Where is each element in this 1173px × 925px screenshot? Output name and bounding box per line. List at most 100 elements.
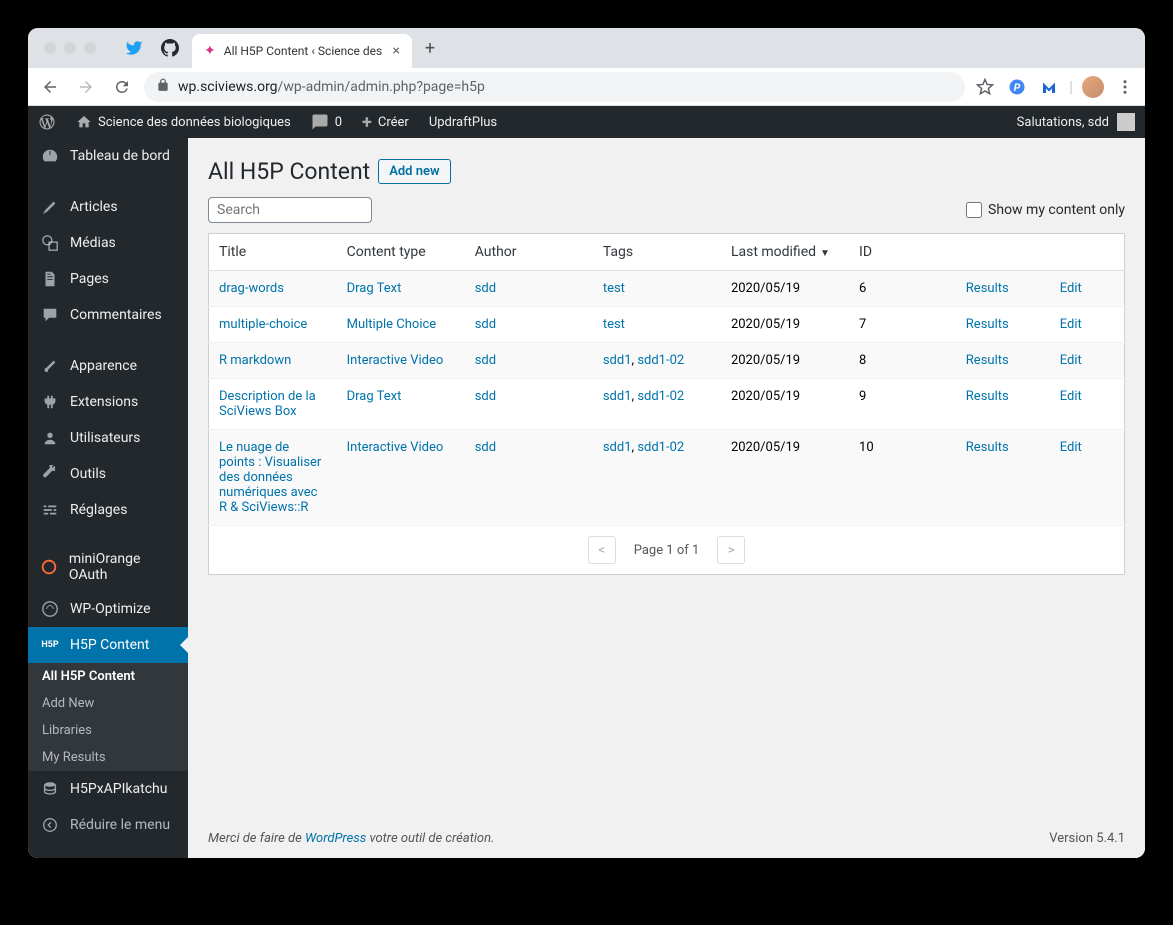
edit-link[interactable]: Edit — [1060, 353, 1082, 368]
content-type-link[interactable]: Drag Text — [347, 389, 402, 404]
reload-button[interactable] — [108, 73, 136, 101]
home-icon — [76, 114, 92, 130]
submenu-libraries[interactable]: Libraries — [28, 717, 188, 744]
tag-link[interactable]: sdd1-02 — [637, 353, 684, 368]
results-link[interactable]: Results — [966, 389, 1009, 404]
browser-menu-icon[interactable] — [1113, 75, 1137, 99]
forward-button[interactable] — [72, 73, 100, 101]
profile-avatar[interactable] — [1081, 75, 1105, 99]
prev-page-button[interactable]: < — [588, 536, 616, 564]
sidebar-item-settings[interactable]: Réglages — [28, 492, 188, 528]
extension-icon[interactable]: P — [1005, 75, 1029, 99]
author-link[interactable]: sdd — [475, 281, 496, 296]
content-title-link[interactable]: Le nuage de points : Visualiser des donn… — [219, 440, 321, 515]
wp-logo[interactable] — [28, 106, 66, 138]
submenu-add-new[interactable]: Add New — [28, 690, 188, 717]
tag-link[interactable]: sdd1-02 — [637, 389, 684, 404]
th-tags[interactable]: Tags — [593, 234, 721, 271]
maximize-window[interactable] — [84, 42, 96, 54]
malwarebytes-icon[interactable] — [1037, 75, 1061, 99]
submenu-my-results[interactable]: My Results — [28, 744, 188, 771]
close-tab-icon[interactable]: × — [393, 43, 400, 59]
th-author[interactable]: Author — [465, 234, 593, 271]
content-type-link[interactable]: Drag Text — [347, 281, 402, 296]
content-type-link[interactable]: Multiple Choice — [347, 317, 437, 332]
th-id[interactable]: ID — [849, 234, 956, 271]
sidebar-item-dashboard[interactable]: Tableau de bord — [28, 138, 188, 174]
search-input[interactable] — [208, 197, 372, 223]
content-type-link[interactable]: Interactive Video — [347, 353, 444, 368]
edit-link[interactable]: Edit — [1060, 317, 1082, 332]
edit-link[interactable]: Edit — [1060, 281, 1082, 296]
url-field[interactable]: wp.sciviews.org/wp-admin/admin.php?page=… — [144, 72, 965, 102]
content-type-link[interactable]: Interactive Video — [347, 440, 444, 455]
show-my-content-toggle[interactable]: Show my content only — [966, 202, 1125, 218]
sidebar-item-pages[interactable]: Pages — [28, 261, 188, 297]
brush-icon — [40, 356, 60, 376]
sidebar-item-h5p[interactable]: H5PH5P Content — [28, 627, 188, 663]
comment-icon — [311, 113, 329, 131]
comments-link[interactable]: 0 — [301, 106, 352, 138]
tag-link[interactable]: test — [603, 281, 625, 296]
sidebar-item-h5pxapi[interactable]: H5PxAPIkatchu — [28, 771, 188, 807]
content-id: 10 — [849, 430, 956, 526]
author-link[interactable]: sdd — [475, 353, 496, 368]
sidebar-item-users[interactable]: Utilisateurs — [28, 420, 188, 456]
content-id: 9 — [849, 379, 956, 430]
content-title-link[interactable]: drag-words — [219, 281, 284, 296]
minimize-window[interactable] — [64, 42, 76, 54]
pinned-tab-github[interactable] — [152, 31, 188, 65]
sidebar-item-appearance[interactable]: Apparence — [28, 348, 188, 384]
content-id: 7 — [849, 307, 956, 343]
sidebar-item-comments[interactable]: Commentaires — [28, 297, 188, 333]
tag-link[interactable]: sdd1-02 — [637, 440, 684, 455]
author-link[interactable]: sdd — [475, 440, 496, 455]
sidebar-item-tools[interactable]: Outils — [28, 456, 188, 492]
site-link[interactable]: Science des données biologiques — [66, 106, 301, 138]
browser-window: ✦ All H5P Content ‹ Science des × + wp.s… — [28, 28, 1145, 858]
sidebar-item-posts[interactable]: Articles — [28, 189, 188, 225]
browser-tab[interactable]: ✦ All H5P Content ‹ Science des × — [192, 34, 412, 68]
pinned-tab-twitter[interactable] — [116, 31, 152, 65]
updraft-link[interactable]: UpdraftPlus — [419, 106, 507, 138]
next-page-button[interactable]: > — [717, 536, 745, 564]
user-menu[interactable]: Salutations, sdd — [1017, 113, 1145, 131]
sidebar-item-wpoptimize[interactable]: WP-Optimize — [28, 591, 188, 627]
page-title: All H5P Content — [208, 158, 370, 185]
submenu-all-content[interactable]: All H5P Content — [28, 663, 188, 690]
wordpress-link[interactable]: WordPress — [305, 831, 366, 846]
edit-link[interactable]: Edit — [1060, 389, 1082, 404]
content-table: Title Content type Author Tags Last modi… — [208, 233, 1125, 526]
edit-link[interactable]: Edit — [1060, 440, 1082, 455]
bookmark-star-icon[interactable] — [973, 75, 997, 99]
sidebar-item-miniorange[interactable]: miniOrange OAuth — [28, 543, 188, 591]
collapse-menu[interactable]: Réduire le menu — [28, 807, 188, 843]
content-title-link[interactable]: multiple-choice — [219, 317, 307, 332]
content-title-link[interactable]: R markdown — [219, 353, 291, 368]
tag-link[interactable]: sdd1 — [603, 440, 632, 455]
results-link[interactable]: Results — [966, 440, 1009, 455]
content-title-link[interactable]: Description de la SciViews Box — [219, 389, 316, 419]
add-new-button[interactable]: Add new — [378, 159, 450, 184]
back-button[interactable] — [36, 73, 64, 101]
sidebar-item-media[interactable]: Médias — [28, 225, 188, 261]
sidebar-item-plugins[interactable]: Extensions — [28, 384, 188, 420]
create-link[interactable]: + Créer — [352, 106, 419, 138]
results-link[interactable]: Results — [966, 281, 1009, 296]
show-my-content-checkbox[interactable] — [966, 202, 982, 218]
author-link[interactable]: sdd — [475, 317, 496, 332]
results-link[interactable]: Results — [966, 317, 1009, 332]
user-avatar-icon — [1117, 113, 1135, 131]
th-title[interactable]: Title — [209, 234, 337, 271]
results-link[interactable]: Results — [966, 353, 1009, 368]
new-tab-button[interactable]: + — [416, 34, 444, 62]
content-id: 6 — [849, 271, 956, 307]
th-modified[interactable]: Last modified▼ — [721, 234, 849, 271]
th-type[interactable]: Content type — [337, 234, 465, 271]
tag-link[interactable]: sdd1 — [603, 353, 632, 368]
tag-link[interactable]: sdd1 — [603, 389, 632, 404]
author-link[interactable]: sdd — [475, 389, 496, 404]
sliders-icon — [40, 500, 60, 520]
close-window[interactable] — [44, 42, 56, 54]
tag-link[interactable]: test — [603, 317, 625, 332]
